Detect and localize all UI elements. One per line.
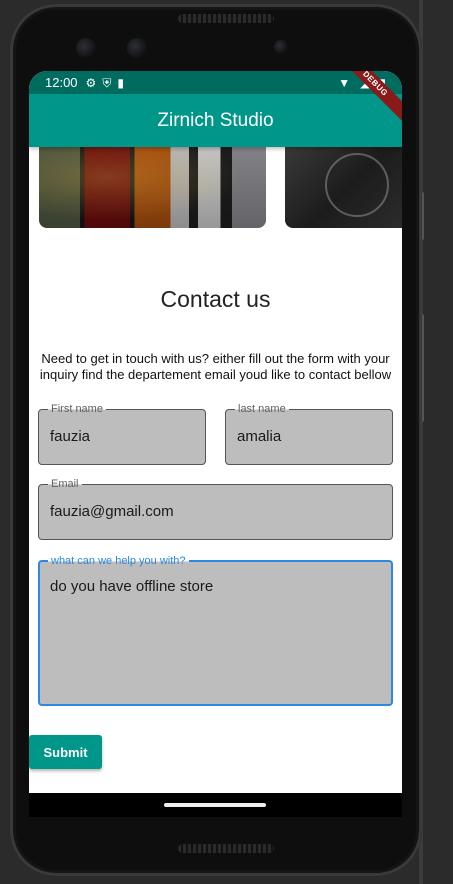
message-label: what can we help you with? — [48, 554, 189, 568]
status-bar: 12:00 ⚙ ⛨ ▮ ▼ ◢ ▮ — [29, 71, 402, 94]
settings-icon: ⚙ — [85, 75, 97, 90]
bottom-speaker — [178, 844, 274, 853]
last-name-field[interactable]: last name amalia — [225, 402, 393, 465]
email-label: Email — [48, 477, 82, 491]
drums-image[interactable] — [285, 147, 402, 228]
shield-icon: ⛨ — [102, 75, 112, 90]
page-title: Contact us — [160, 286, 271, 312]
proximity-sensor-icon — [274, 40, 288, 54]
app-title: Zirnich Studio — [157, 109, 274, 131]
home-gesture-handle[interactable] — [164, 803, 266, 807]
wifi-icon: ▼ — [338, 75, 351, 90]
submit-button[interactable]: Submit — [29, 735, 102, 769]
email-value: fauzia@gmail.com — [50, 503, 174, 520]
front-sensor-icon — [127, 38, 147, 58]
message-value: do you have offline store — [50, 578, 214, 595]
guitars-image[interactable] — [39, 147, 266, 228]
intro-text: Need to get in touch with us? either fil… — [39, 351, 392, 382]
image-carousel[interactable] — [29, 147, 402, 229]
email-field[interactable]: Email fauzia@gmail.com — [38, 477, 393, 540]
sd-card-icon: ▮ — [117, 75, 124, 90]
first-name-label: First name — [48, 402, 106, 416]
last-name-label: last name — [235, 402, 289, 416]
message-field[interactable]: what can we help you with? do you have o… — [38, 554, 393, 706]
app-bar: Zirnich Studio — [29, 94, 402, 147]
first-name-value: fauzia — [50, 428, 91, 445]
last-name-value: amalia — [237, 428, 282, 445]
navigation-bar — [29, 793, 402, 817]
top-speaker — [178, 14, 274, 23]
front-camera-icon — [76, 38, 96, 58]
status-time: 12:00 — [45, 75, 78, 90]
first-name-field[interactable]: First name fauzia — [38, 402, 206, 465]
app-screen: 12:00 ⚙ ⛨ ▮ ▼ ◢ ▮ Zirnich Studio DEBUG C… — [29, 71, 402, 817]
